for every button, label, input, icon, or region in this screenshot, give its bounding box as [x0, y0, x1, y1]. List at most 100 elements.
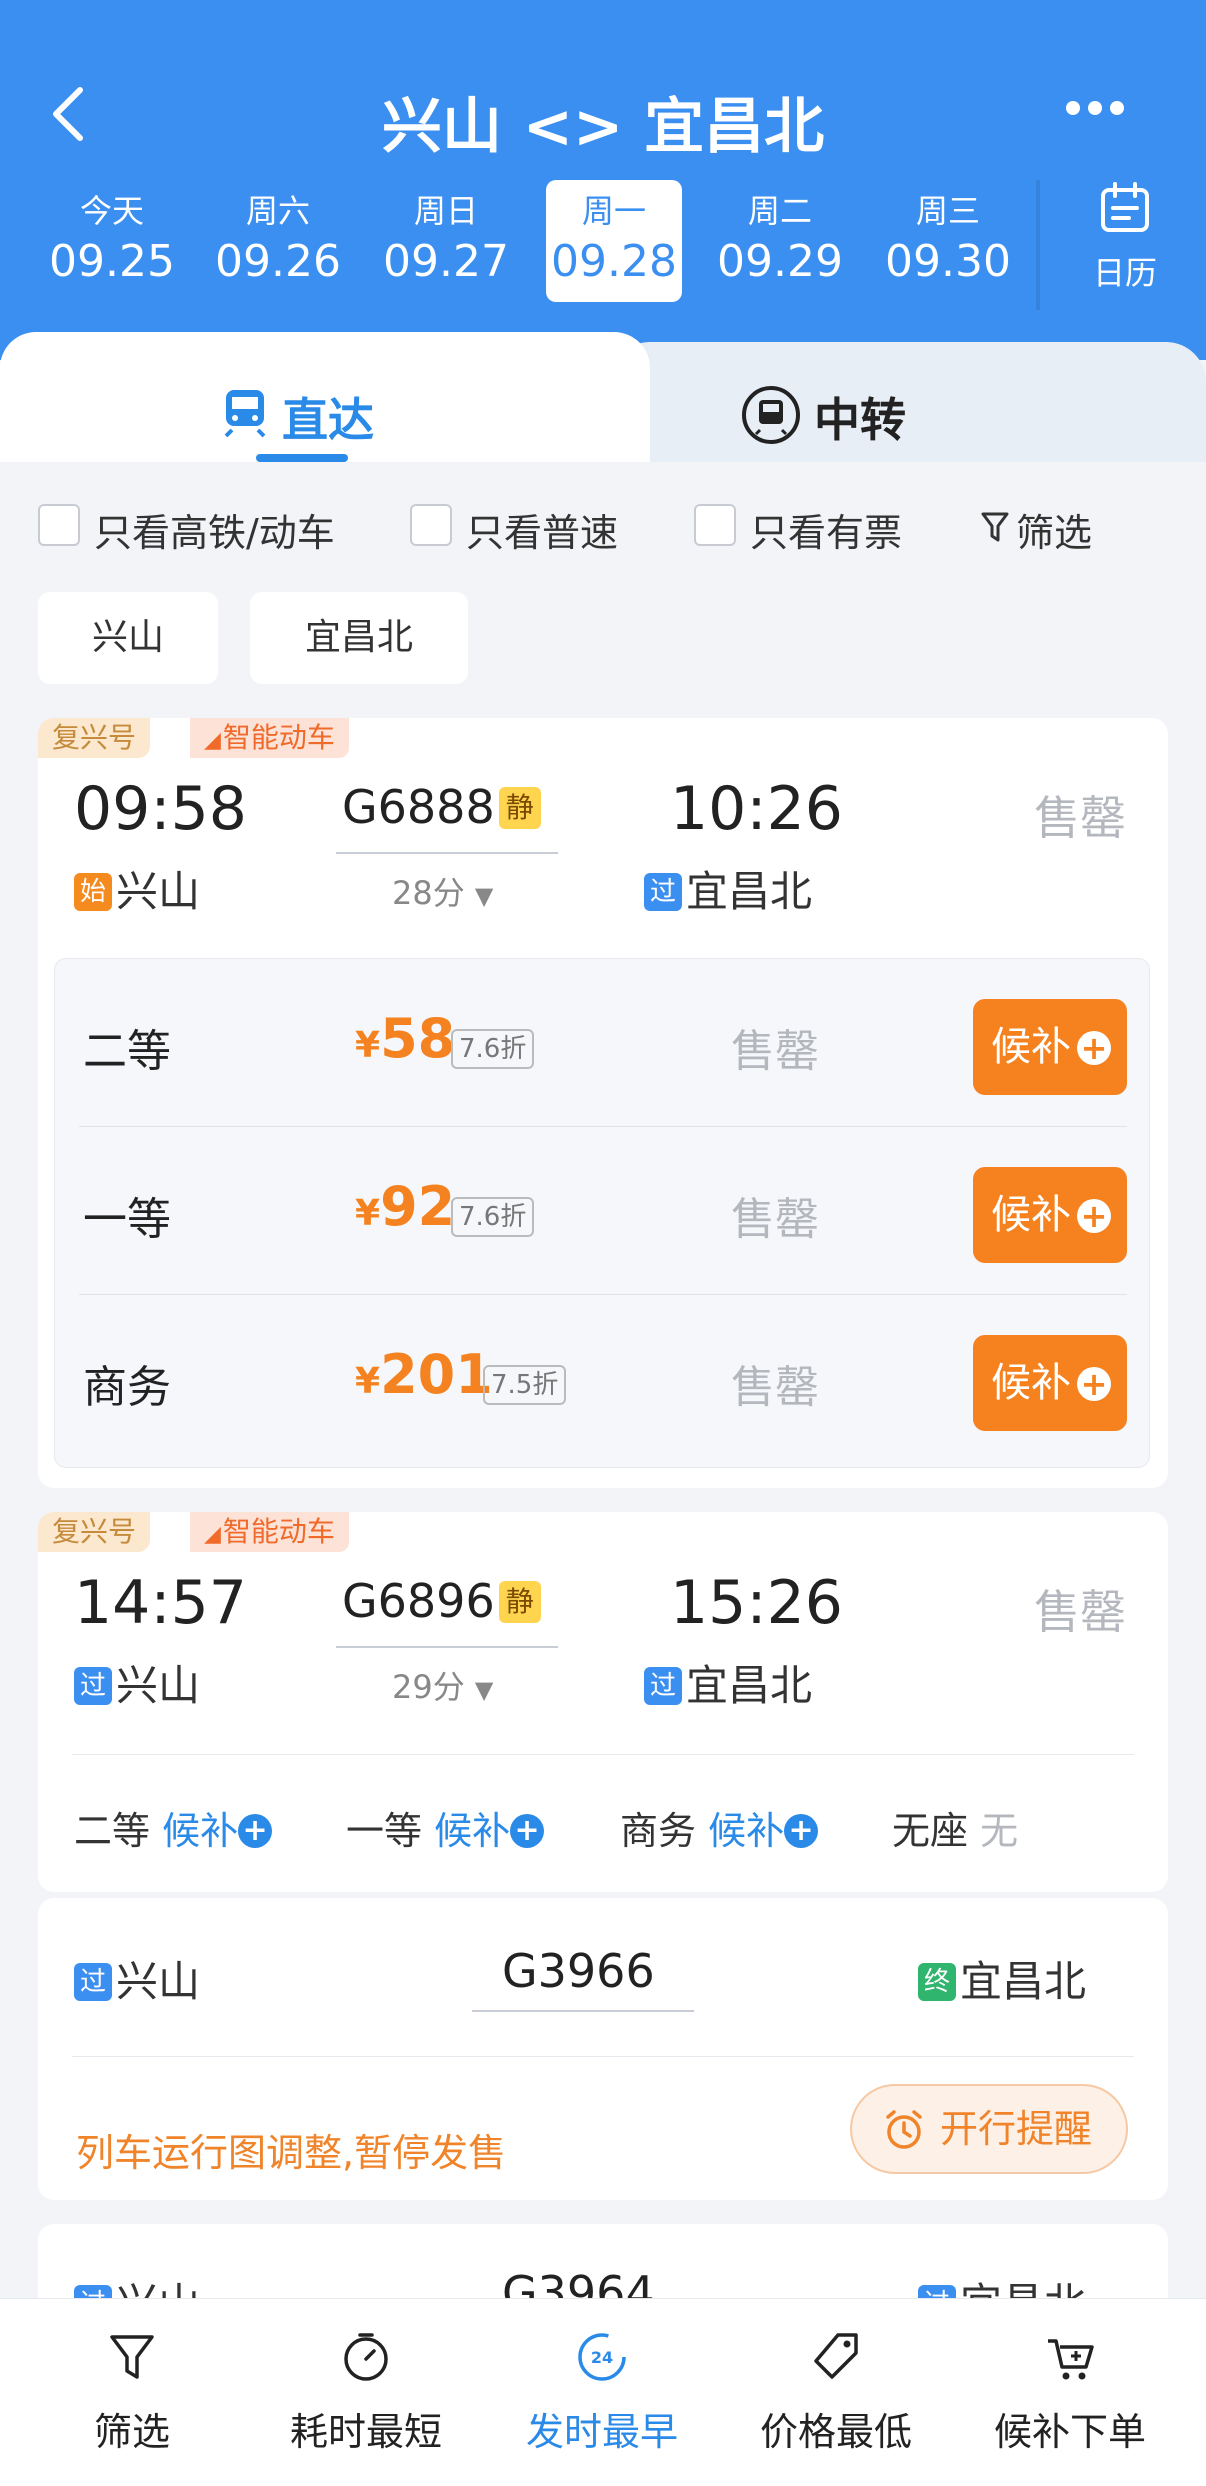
filter-icon [110, 2335, 154, 2379]
sort-earliest-label: 发时最早 [525, 2410, 678, 2454]
waitlist-label: 候补 [991, 1192, 1071, 1238]
duration[interactable]: 28分 ▼ [392, 868, 493, 914]
seat-status: 售罄 [731, 1362, 819, 1413]
calendar-label: 日历 [1092, 254, 1157, 292]
clock-24-icon: 24 [578, 2333, 626, 2381]
calendar-button[interactable]: 日历 [1070, 180, 1180, 294]
divider [72, 1754, 1134, 1755]
date-item[interactable]: 周三 09.30 [880, 180, 1016, 302]
normal-checkbox[interactable] [410, 504, 452, 546]
calendar-icon [1101, 182, 1149, 232]
origin-badge: 始 [74, 873, 112, 911]
route-line [336, 1646, 558, 1648]
waitlist-label: 候补 [991, 1024, 1071, 1070]
sort-filter[interactable]: 筛选 [32, 2327, 232, 2456]
bottom-sort-bar: 筛选 耗时最短 24 发时最早 价格最低 候补下单 [0, 2298, 1206, 2486]
tab-direct-label: 直达 [282, 393, 374, 447]
waitlist-order[interactable]: 候补下单 [970, 2327, 1170, 2456]
waitlist-button[interactable]: 候补 + [973, 999, 1127, 1095]
station-to-button[interactable]: 宜昌北 [250, 592, 468, 684]
departure-reminder-button[interactable]: 开行提醒 [850, 2084, 1128, 2174]
seat-class: 一等 [83, 1194, 171, 1245]
tab-direct[interactable]: 直达 [0, 332, 650, 462]
depart-station-name: 兴山 [116, 1661, 201, 1710]
date-item[interactable]: 周日 09.27 [378, 180, 514, 302]
date-weekday: 今天 [79, 192, 144, 230]
smart-emu-tag: ◢智能动车 [190, 718, 349, 758]
sort-shortest-label: 耗时最短 [289, 2410, 442, 2454]
train-card[interactable]: 复兴号 ◢智能动车 14:57 过兴山 G6896 静 29分 ▼ 15:26 过… [38, 1512, 1168, 1892]
plus-icon: + [784, 1814, 819, 1848]
depart-station: 过兴山 [74, 1948, 200, 2009]
cart-icon [1048, 2339, 1094, 2380]
seat-class: 一等 [346, 1809, 423, 1853]
arrive-time: 15:26 [670, 1568, 843, 1638]
available-label[interactable]: 只看有票 [750, 502, 902, 557]
tab-transfer[interactable]: 中转 [610, 342, 1206, 462]
waitlist-button[interactable]: 候补 + [973, 1335, 1127, 1431]
station-from-button[interactable]: 兴山 [38, 592, 218, 684]
sort-shortest[interactable]: 耗时最短 [266, 2327, 466, 2456]
plus-icon: + [1077, 1199, 1111, 1233]
seat-summary[interactable]: 一等 候补 + [346, 1800, 545, 1855]
sort-cheapest-label: 价格最低 [759, 2410, 912, 2454]
sort-cheapest[interactable]: 价格最低 [736, 2327, 936, 2456]
smart-emu-label: 智能动车 [222, 1515, 335, 1548]
filter-row: 只看高铁/动车 只看普速 只看有票 筛选 [38, 498, 1178, 558]
currency: ¥ [355, 1025, 381, 1066]
waitlist-label: 候补 [162, 1809, 239, 1853]
available-checkbox[interactable] [694, 504, 736, 546]
pass-badge: 过 [644, 1667, 682, 1705]
arrive-station: 终宜昌北 [918, 1948, 1086, 2009]
date-item[interactable]: 今天 09.25 [44, 180, 180, 302]
seat-summary[interactable]: 二等 候补 + [74, 1800, 273, 1855]
emu-icon: ◢ [204, 1522, 221, 1547]
waitlist-label: 候补 [708, 1809, 785, 1853]
discount-badge: 7.6折 [451, 1029, 535, 1069]
duration[interactable]: 29分 ▼ [392, 1662, 493, 1708]
seat-class: 商务 [620, 1809, 697, 1853]
transfer-train-icon [742, 386, 800, 444]
seat-summary[interactable]: 商务 候补 + [620, 1800, 819, 1855]
depart-station: 始兴山 [74, 858, 200, 919]
filter-icon[interactable] [980, 510, 1010, 544]
date-item-selected[interactable]: 周一 09.28 [546, 180, 682, 302]
train-number: G6888 静 [342, 780, 541, 834]
alarm-clock-icon [886, 2110, 922, 2149]
more-icon[interactable] [1066, 100, 1136, 128]
sold-out-status: 售罄 [1034, 791, 1126, 845]
pass-badge: 过 [74, 1667, 112, 1705]
depart-station: 过兴山 [74, 1652, 200, 1713]
svg-text:24: 24 [591, 2348, 613, 2367]
date-value: 09.29 [717, 236, 843, 287]
date-value: 09.28 [551, 236, 677, 287]
arrive-station-name: 宜昌北 [960, 1957, 1087, 2006]
date-item[interactable]: 周六 09.26 [210, 180, 346, 302]
price-tag-icon [814, 2333, 858, 2379]
date-selector: 今天 09.25 周六 09.26 周日 09.27 周一 09.28 周二 0… [0, 180, 1040, 302]
waitlist-button[interactable]: 候补 + [973, 1167, 1127, 1263]
normal-label[interactable]: 只看普速 [466, 502, 618, 557]
route-title: 兴山 <> 宜昌北 [381, 92, 825, 162]
fuxing-tag: 复兴号 [38, 1512, 151, 1552]
quiet-car-badge: 静 [498, 787, 541, 829]
train-list: 只看高铁/动车 只看普速 只看有票 筛选 兴山 宜昌北 复兴号 ◢智能动车 09… [0, 462, 1206, 2424]
seat-price: ¥92 [355, 1175, 455, 1238]
seat-class: 商务 [83, 1362, 171, 1413]
depart-station-name: 兴山 [116, 1957, 201, 2006]
divider [72, 2056, 1134, 2057]
high-speed-label[interactable]: 只看高铁/动车 [94, 502, 335, 557]
tab-bar: 中转 直达 [0, 332, 1206, 462]
train-number-text: G6888 [342, 780, 495, 834]
currency: ¥ [355, 1361, 381, 1402]
high-speed-checkbox[interactable] [38, 504, 80, 546]
sort-earliest[interactable]: 24 发时最早 [502, 2327, 702, 2456]
seat-summary: 无座 无 [892, 1800, 1018, 1855]
train-card[interactable]: 过兴山 G3966 终宜昌北 列车运行图调整,暂停发售 开行提醒 [38, 1898, 1168, 2200]
train-card[interactable]: 复兴号 ◢智能动车 09:58 始兴山 G6888 静 28分 ▼ 10:26 过… [38, 718, 1168, 1488]
filter-label[interactable]: 筛选 [1016, 502, 1092, 557]
chevron-down-icon: ▼ [474, 1676, 494, 1704]
date-value: 09.25 [49, 236, 175, 287]
tab-active-underline [256, 454, 348, 462]
date-item[interactable]: 周二 09.29 [712, 180, 848, 302]
